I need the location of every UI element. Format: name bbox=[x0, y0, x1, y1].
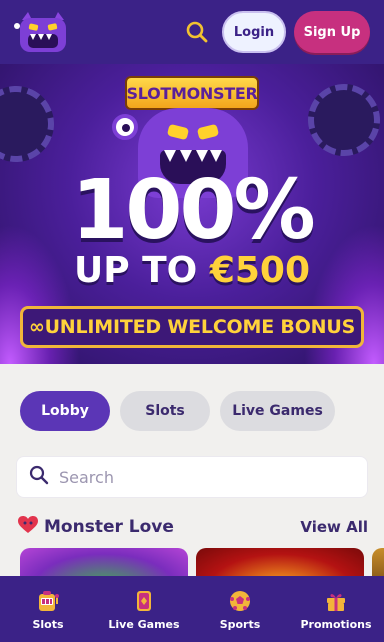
gift-icon bbox=[323, 588, 349, 614]
section-title: Monster Love bbox=[44, 517, 174, 537]
bonus-amount-line: UP TO €500 bbox=[0, 250, 384, 291]
nav-promotions-label: Promotions bbox=[300, 617, 372, 631]
search-input[interactable] bbox=[59, 467, 339, 487]
casino-chip-left bbox=[0, 75, 65, 173]
nav-live-games-label: Live Games bbox=[108, 617, 180, 631]
search-icon bbox=[29, 465, 49, 489]
monster-love-section-header: Monster Love View All bbox=[18, 516, 368, 538]
view-all-link[interactable]: View All bbox=[300, 518, 368, 536]
upto-prefix: UP TO bbox=[73, 250, 210, 291]
heart-icon bbox=[18, 516, 38, 538]
welcome-bonus-banner[interactable]: SLOTMONSTER 100% UP TO €500 ∞UNLIMITED W… bbox=[0, 64, 384, 364]
monster-logo-icon[interactable] bbox=[14, 10, 72, 54]
signup-button[interactable]: Sign Up bbox=[294, 11, 370, 53]
live-cards-icon bbox=[131, 588, 157, 614]
login-button[interactable]: Login bbox=[222, 11, 286, 53]
soccer-ball-icon bbox=[227, 588, 253, 614]
bonus-amount: €500 bbox=[209, 250, 311, 291]
bottom-navigation: Slots Live Games Sports Promotions bbox=[0, 576, 384, 642]
brand-logo-plate: SLOTMONSTER bbox=[125, 76, 259, 110]
monster-side-eye bbox=[112, 114, 138, 140]
header-actions: Login Sign Up bbox=[182, 11, 370, 53]
search-bar[interactable] bbox=[16, 456, 368, 498]
nav-sports-label: Sports bbox=[219, 617, 261, 631]
bonus-percentage: 100% bbox=[71, 163, 315, 258]
nav-slots[interactable]: Slots bbox=[0, 576, 96, 642]
tab-live-games[interactable]: Live Games bbox=[220, 391, 335, 431]
app-header: Login Sign Up bbox=[0, 0, 384, 64]
slot-machine-icon bbox=[35, 588, 61, 614]
tab-slots[interactable]: Slots bbox=[120, 391, 210, 431]
nav-slots-label: Slots bbox=[32, 617, 64, 631]
tab-lobby[interactable]: Lobby bbox=[20, 391, 110, 431]
unlimited-bonus-bar: ∞UNLIMITED WELCOME BONUS bbox=[20, 306, 364, 348]
nav-promotions[interactable]: Promotions bbox=[288, 576, 384, 642]
nav-live-games[interactable]: Live Games bbox=[96, 576, 192, 642]
casino-chip-right bbox=[299, 75, 384, 165]
search-icon[interactable] bbox=[182, 17, 212, 47]
category-tabs: Lobby Slots Live Games bbox=[20, 391, 345, 431]
nav-sports[interactable]: Sports bbox=[192, 576, 288, 642]
